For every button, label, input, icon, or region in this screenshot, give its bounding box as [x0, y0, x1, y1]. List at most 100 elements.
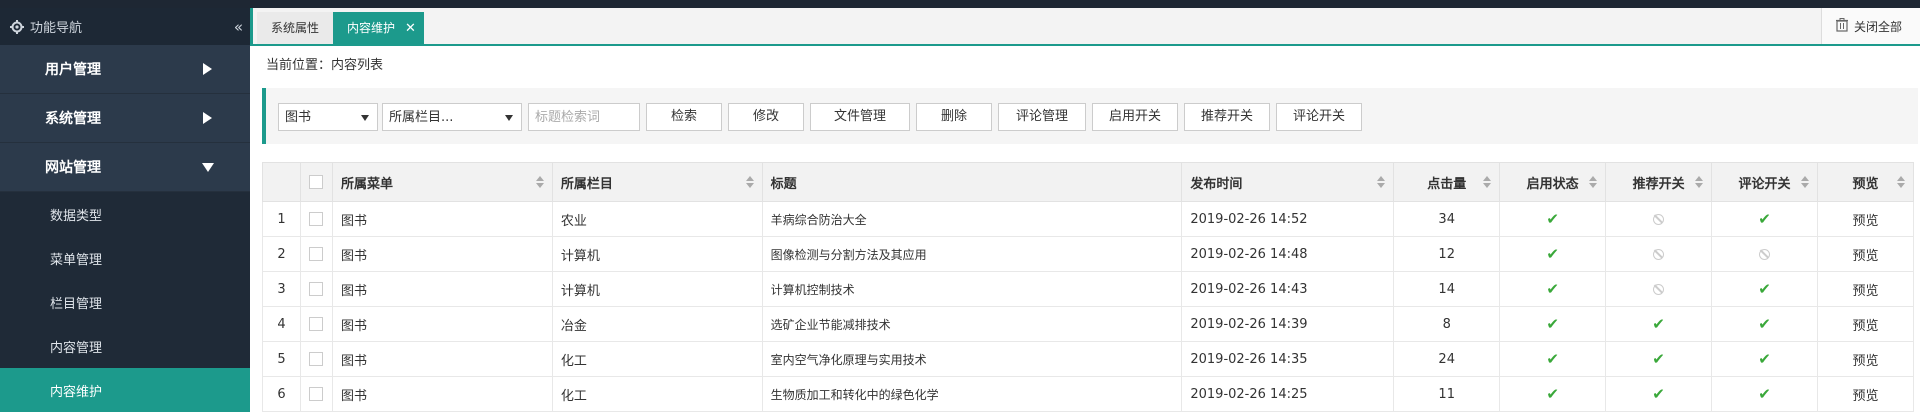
- table-row[interactable]: 5 图书 化工 室内空气净化原理与实用技术 2019-02-26 14:35 24 ✔ ✔ ✔ 预…: [262, 341, 1915, 377]
- cell-clicks: 24: [1393, 341, 1501, 377]
- menu-group-system[interactable]: 系统管理: [0, 94, 250, 143]
- disabled-icon[interactable]: [1653, 248, 1665, 260]
- sidebar-item-column-management[interactable]: 栏目管理: [0, 280, 250, 324]
- check-icon[interactable]: ✔: [1546, 350, 1559, 368]
- search-button[interactable]: 检索: [646, 103, 722, 131]
- checkbox[interactable]: [309, 175, 324, 189]
- checkbox[interactable]: [309, 247, 324, 261]
- disabled-icon[interactable]: [1653, 283, 1665, 295]
- checkbox[interactable]: [309, 387, 324, 401]
- cell-enabled: ✔: [1499, 236, 1607, 272]
- sort-icon[interactable]: [1483, 176, 1492, 188]
- table-row[interactable]: 2 图书 计算机 图像检测与分割方法及其应用 2019-02-26 14:48 12 ✔ 预览: [262, 236, 1915, 272]
- header-clicks[interactable]: 点击量: [1393, 162, 1501, 202]
- cell-preview-link[interactable]: 预览: [1816, 271, 1915, 307]
- header-label: 预览: [1852, 176, 1879, 192]
- sort-icon[interactable]: [535, 176, 544, 188]
- header-menu[interactable]: 所属菜单: [331, 162, 553, 202]
- check-icon[interactable]: ✔: [1758, 210, 1771, 228]
- menu-group-website[interactable]: 网站管理: [0, 143, 250, 192]
- column-select[interactable]: 所属栏目...: [382, 103, 522, 131]
- select-all-checkbox[interactable]: [299, 162, 333, 202]
- sidebar-item-content-management[interactable]: 内容管理: [0, 324, 250, 368]
- table-header-row: 所属菜单 所属栏目 标题 发布时间 点击量 启用状态 推荐开关 评论开关 预览: [262, 162, 1915, 202]
- header-publish-time[interactable]: 发布时间: [1181, 162, 1395, 202]
- check-icon[interactable]: ✔: [1652, 385, 1665, 403]
- table-row[interactable]: 4 图书 冶金 选矿企业节能减排技术 2019-02-26 14:39 8 ✔ ✔ ✔ 预览: [262, 306, 1915, 342]
- header-enabled[interactable]: 启用状态: [1499, 162, 1607, 202]
- close-all-button[interactable]: 关闭全部: [1821, 8, 1920, 44]
- menu-group-user[interactable]: 用户管理: [0, 45, 250, 94]
- sort-icon[interactable]: [1589, 176, 1598, 188]
- sort-icon[interactable]: [1800, 176, 1809, 188]
- check-icon[interactable]: ✔: [1758, 280, 1771, 298]
- table-row[interactable]: 3 图书 计算机 计算机控制技术 2019-02-26 14:43 14 ✔ ✔ 预览: [262, 271, 1915, 307]
- row-checkbox-cell[interactable]: [299, 306, 333, 342]
- collapse-sidebar-icon[interactable]: «: [234, 18, 243, 36]
- close-all-label: 关闭全部: [1854, 19, 1903, 34]
- sort-icon[interactable]: [745, 176, 754, 188]
- sidebar-item-menu-management[interactable]: 菜单管理: [0, 236, 250, 280]
- check-icon[interactable]: ✔: [1546, 385, 1559, 403]
- category-select[interactable]: 图书: [278, 103, 378, 131]
- close-icon[interactable]: ✕: [405, 21, 416, 36]
- cell-preview-link[interactable]: 预览: [1816, 341, 1915, 377]
- edit-button[interactable]: 修改: [728, 103, 804, 131]
- row-checkbox-cell[interactable]: [299, 236, 333, 272]
- checkbox[interactable]: [309, 317, 324, 331]
- row-checkbox-cell[interactable]: [299, 341, 333, 377]
- cell-comment: [1711, 236, 1818, 272]
- tab-label: 系统属性: [271, 21, 320, 35]
- row-checkbox-cell[interactable]: [299, 271, 333, 307]
- check-icon[interactable]: ✔: [1546, 210, 1559, 228]
- cell-preview-link[interactable]: 预览: [1816, 236, 1915, 272]
- cell-preview-link[interactable]: 预览: [1816, 376, 1915, 412]
- cell-title: 生物质加工和转化中的绿色化学: [761, 376, 1183, 412]
- comment-toggle-button[interactable]: 评论开关: [1276, 103, 1362, 131]
- check-icon[interactable]: ✔: [1546, 245, 1559, 263]
- comment-management-button[interactable]: 评论管理: [998, 103, 1086, 131]
- cell-enabled: ✔: [1499, 306, 1607, 342]
- check-icon[interactable]: ✔: [1546, 315, 1559, 333]
- cell-preview-link[interactable]: 预览: [1816, 201, 1915, 237]
- check-icon[interactable]: ✔: [1546, 280, 1559, 298]
- tab-content-maintenance[interactable]: 内容维护 ✕: [333, 12, 424, 44]
- header-comment[interactable]: 评论开关: [1711, 162, 1818, 202]
- checkbox[interactable]: [309, 212, 324, 226]
- sidebar-item-data-types[interactable]: 数据类型: [0, 192, 250, 236]
- sort-icon[interactable]: [1377, 176, 1386, 188]
- check-icon[interactable]: ✔: [1758, 315, 1771, 333]
- header-column[interactable]: 所属栏目: [551, 162, 763, 202]
- file-management-button[interactable]: 文件管理: [810, 103, 910, 131]
- enable-toggle-button[interactable]: 启用开关: [1092, 103, 1178, 131]
- checkbox[interactable]: [309, 352, 324, 366]
- dropdown-icon: [505, 115, 513, 121]
- table-row[interactable]: 1 图书 农业 羊病综合防治大全 2019-02-26 14:52 34 ✔ ✔ 预览: [262, 201, 1915, 237]
- cell-publish-time: 2019-02-26 14:35: [1181, 341, 1395, 377]
- checkbox[interactable]: [309, 282, 324, 296]
- cell-column: 计算机: [551, 271, 763, 307]
- check-icon[interactable]: ✔: [1652, 315, 1665, 333]
- row-checkbox-cell[interactable]: [299, 201, 333, 237]
- check-icon[interactable]: ✔: [1758, 350, 1771, 368]
- tab-system-properties[interactable]: 系统属性: [257, 12, 334, 44]
- row-checkbox-cell[interactable]: [299, 376, 333, 412]
- cell-preview-link[interactable]: 预览: [1816, 306, 1915, 342]
- header-preview[interactable]: 预览: [1816, 162, 1915, 202]
- sidebar-item-content-maintenance[interactable]: 内容维护: [0, 368, 250, 412]
- check-icon[interactable]: ✔: [1652, 350, 1665, 368]
- check-icon[interactable]: ✔: [1758, 385, 1771, 403]
- cell-column: 计算机: [551, 236, 763, 272]
- search-input[interactable]: 标题检索词: [528, 103, 640, 131]
- row-index: 6: [262, 376, 301, 412]
- disabled-icon[interactable]: [1653, 213, 1665, 225]
- table-row[interactable]: 6 图书 化工 生物质加工和转化中的绿色化学 2019-02-26 14:25 11 ✔ ✔ ✔…: [262, 376, 1915, 412]
- menu-group-label: 网站管理: [45, 160, 101, 176]
- delete-button[interactable]: 删除: [916, 103, 992, 131]
- sort-icon[interactable]: [1897, 176, 1905, 188]
- sidebar-title: 功能导航: [30, 21, 83, 36]
- header-recommend[interactable]: 推荐开关: [1605, 162, 1713, 202]
- sort-icon[interactable]: [1695, 176, 1704, 188]
- recommend-toggle-button[interactable]: 推荐开关: [1184, 103, 1270, 131]
- disabled-icon[interactable]: [1759, 248, 1771, 260]
